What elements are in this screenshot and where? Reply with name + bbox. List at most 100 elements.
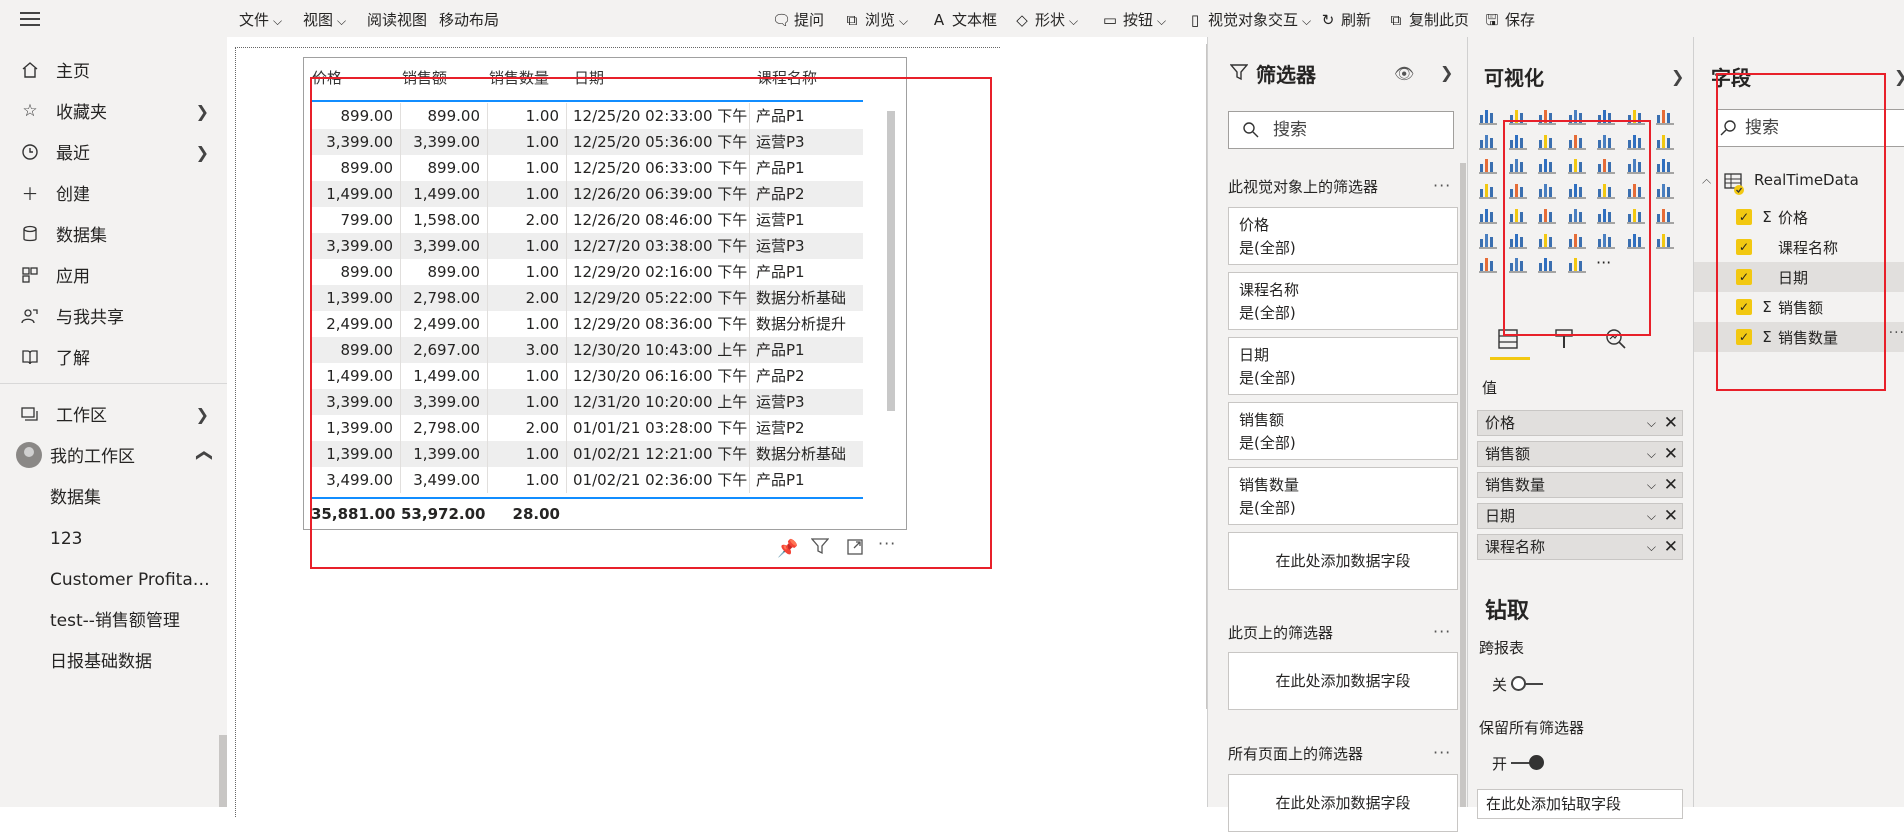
checkbox-checked-icon[interactable]: ✓ <box>1736 299 1752 315</box>
field-item-sales[interactable]: ✓ Σ 销售额 <box>1694 292 1904 322</box>
column-header[interactable]: 价格 <box>312 61 402 95</box>
table-row[interactable]: 799.00 1,598.00 2.00 12/26/20 08:46:00 下午 运营… <box>311 207 863 233</box>
checkbox-checked-icon[interactable]: ✓ <box>1736 239 1752 255</box>
table-name[interactable]: RealTimeData <box>1754 171 1859 189</box>
more-options-icon[interactable]: ··· <box>1433 176 1451 195</box>
nav-item-favorites[interactable]: ☆ 收藏夹 ❯ <box>0 90 227 131</box>
visual-type-icon[interactable] <box>1508 130 1528 150</box>
more-options-icon[interactable]: ··· <box>1433 622 1451 641</box>
visual-type-icon[interactable] <box>1567 253 1587 273</box>
visual-type-icon[interactable] <box>1596 229 1616 249</box>
visual-type-icon[interactable] <box>1655 204 1675 224</box>
close-icon[interactable]: ✕ <box>1664 411 1678 435</box>
chevron-down-icon[interactable]: ⌵ <box>1647 535 1656 559</box>
table-row[interactable]: 3,399.00 3,399.00 1.00 12/25/20 05:36:00 下午… <box>311 129 863 155</box>
drillthrough-field-well[interactable]: 在此处添加钻取字段 <box>1477 789 1683 819</box>
workspace-item[interactable]: test--销售额管理 <box>50 606 220 636</box>
table-row[interactable]: 1,399.00 2,798.00 2.00 12/29/20 05:22:00 下午… <box>311 285 863 311</box>
pin-icon[interactable]: 📌 <box>777 539 798 559</box>
field-item-quantity[interactable]: ✓ Σ 销售数量 ··· <box>1694 322 1904 352</box>
chevron-down-icon[interactable]: ⌵ <box>1647 411 1656 435</box>
nav-item-datasets[interactable]: 数据集 <box>0 213 227 254</box>
format-paint-roller-icon[interactable] <box>1552 327 1576 355</box>
visual-type-icon[interactable] <box>1537 130 1557 150</box>
filter-card-quantity[interactable]: 销售数量 是(全部) <box>1228 467 1458 525</box>
visual-type-icon[interactable] <box>1626 229 1646 249</box>
table-row[interactable]: 899.00 2,697.00 3.00 12/30/20 10:43:00 上午 产品… <box>311 337 863 363</box>
close-icon[interactable]: ✕ <box>1664 442 1678 466</box>
hamburger-menu-icon[interactable] <box>20 12 40 28</box>
browse-button[interactable]: ⧉ 浏览 ⌵ <box>843 9 908 30</box>
visual-type-icon[interactable] <box>1596 105 1616 125</box>
eye-icon[interactable]: 👁 <box>1394 64 1414 83</box>
column-header[interactable]: 课程名称 <box>751 61 864 95</box>
visual-type-icon[interactable] <box>1508 229 1528 249</box>
visual-type-icon[interactable] <box>1478 154 1498 174</box>
view-menu[interactable]: 视图 ⌵ <box>303 9 346 30</box>
visual-type-icon[interactable] <box>1567 130 1587 150</box>
visual-type-icon[interactable] <box>1567 154 1587 174</box>
mobile-layout-button[interactable]: 移动布局 <box>439 9 499 30</box>
nav-item-apps[interactable]: 应用 <box>0 254 227 295</box>
visual-type-icon[interactable] <box>1655 154 1675 174</box>
fields-search-input[interactable]: 搜索 <box>1716 109 1904 147</box>
add-page-filter-field[interactable]: 在此处添加数据字段 <box>1228 652 1458 710</box>
visual-type-icon[interactable] <box>1537 154 1557 174</box>
checkbox-checked-icon[interactable]: ✓ <box>1736 329 1752 345</box>
filter-card-sales[interactable]: 销售额 是(全部) <box>1228 402 1458 460</box>
field-item-course[interactable]: ✓ 课程名称 <box>1694 232 1904 262</box>
nav-item-home[interactable]: 主页 <box>0 49 227 90</box>
chevron-right-icon[interactable]: ❯ <box>1671 67 1684 86</box>
chevron-down-icon[interactable]: ⌵ <box>1647 504 1656 528</box>
visual-type-icon[interactable] <box>1508 253 1528 273</box>
visual-type-icon[interactable] <box>1567 105 1587 125</box>
visual-type-icon[interactable] <box>1537 204 1557 224</box>
table-row[interactable]: 1,499.00 1,499.00 1.00 12/26/20 06:39:00 下午… <box>311 181 863 207</box>
keep-filters-toggle[interactable] <box>1511 755 1544 770</box>
scroll-thumb[interactable] <box>887 111 895 411</box>
table-row[interactable]: 1,399.00 1,399.00 1.00 01/02/21 12:21:00 下午… <box>311 441 863 467</box>
visual-type-icon[interactable] <box>1655 179 1675 199</box>
more-visuals-icon[interactable]: ··· <box>1596 253 1616 273</box>
chevron-down-icon[interactable]: ⌵ <box>1647 442 1656 466</box>
visual-type-icon[interactable] <box>1478 204 1498 224</box>
visual-type-icon[interactable] <box>1655 130 1675 150</box>
visual-interaction-button[interactable]: ▯ 视觉对象交互 ⌵ <box>1186 9 1311 30</box>
more-options-icon[interactable]: ··· <box>878 534 896 553</box>
textbox-button[interactable]: A 文本框 <box>930 9 997 30</box>
more-options-icon[interactable]: ··· <box>1433 743 1451 762</box>
visual-type-icon[interactable] <box>1626 130 1646 150</box>
more-options-icon[interactable]: ··· <box>1889 325 1904 341</box>
table-row[interactable]: 899.00 899.00 1.00 12/25/20 06:33:00 下午 产品P1 <box>311 155 863 181</box>
chevron-up-icon[interactable]: ⌵ <box>1702 175 1711 190</box>
table-row[interactable]: 899.00 899.00 1.00 12/29/20 02:16:00 下午 产品P1 <box>311 259 863 285</box>
value-well-item[interactable]: 销售数量 ⌵ ✕ <box>1477 472 1683 498</box>
visual-type-icon[interactable] <box>1626 179 1646 199</box>
workspace-item[interactable]: Customer Profitabi... <box>50 565 220 595</box>
visual-type-icon[interactable] <box>1537 105 1557 125</box>
visual-type-icon[interactable] <box>1478 130 1498 150</box>
visual-type-icon[interactable] <box>1626 154 1646 174</box>
checkbox-checked-icon[interactable]: ✓ <box>1736 209 1752 225</box>
visual-type-icon[interactable] <box>1478 105 1498 125</box>
visual-type-icon[interactable] <box>1596 204 1616 224</box>
visual-type-icon[interactable] <box>1508 179 1528 199</box>
nav-item-my-workspace[interactable]: 我的工作区 ❯ <box>0 434 227 475</box>
filters-scrollbar[interactable] <box>1460 163 1466 807</box>
column-header[interactable]: 日期 <box>568 61 751 95</box>
visual-type-icon[interactable] <box>1626 105 1646 125</box>
focus-mode-icon[interactable] <box>846 538 864 560</box>
workspace-item[interactable]: 日报基础数据 <box>50 647 220 677</box>
table-visual[interactable]: 价格 销售额 销售数量 日期 课程名称 899.00 899.00 1.00 12/2… <box>303 57 907 559</box>
checkbox-checked-icon[interactable]: ✓ <box>1736 269 1752 285</box>
table-row[interactable]: 1,399.00 2,798.00 2.00 01/01/21 03:28:00 下午… <box>311 415 863 441</box>
analytics-magnifier-icon[interactable] <box>1604 327 1628 355</box>
value-well-item[interactable]: 课程名称 ⌵ ✕ <box>1477 534 1683 560</box>
nav-item-recent[interactable]: 最近 ❯ <box>0 131 227 172</box>
filter-card-price[interactable]: 价格 是(全部) <box>1228 207 1458 265</box>
close-icon[interactable]: ✕ <box>1664 535 1678 559</box>
visual-type-icon[interactable] <box>1655 105 1675 125</box>
field-item-date[interactable]: ✓ 日期 <box>1694 262 1904 292</box>
column-header[interactable]: 销售数量 <box>489 61 568 95</box>
field-item-price[interactable]: ✓ Σ 价格 <box>1694 202 1904 232</box>
